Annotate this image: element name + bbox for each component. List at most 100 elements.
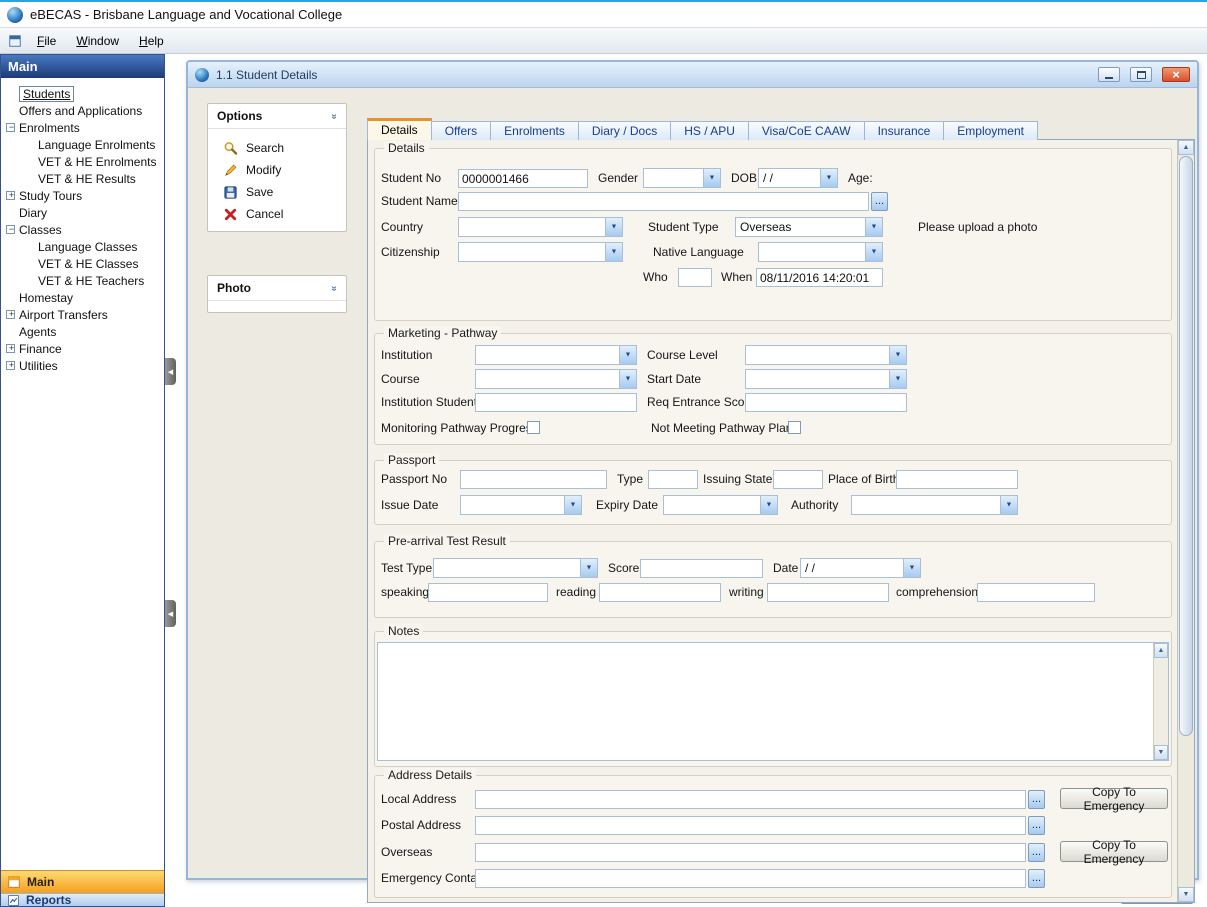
scroll-up-icon[interactable]: [1178, 140, 1194, 155]
when-input[interactable]: [756, 268, 883, 287]
tab-employment[interactable]: Employment: [944, 121, 1038, 140]
overseas-address-input[interactable]: [475, 843, 1026, 862]
notes-input[interactable]: [377, 642, 1169, 761]
notes-scrollbar[interactable]: [1153, 643, 1168, 760]
institution-student-id-input[interactable]: [475, 393, 637, 412]
tree-expand-icon[interactable]: [6, 310, 15, 319]
gender-combo[interactable]: [643, 168, 721, 188]
tree-expand-icon[interactable]: [6, 361, 15, 370]
sidebar-item-utilities[interactable]: Utilities: [1, 357, 164, 374]
sidebar-item-vet-he-results[interactable]: VET & HE Results: [1, 170, 164, 187]
postal-address-lookup-button[interactable]: ...: [1028, 816, 1045, 835]
dropdown-arrow-icon[interactable]: [1000, 496, 1017, 514]
expiry-date-combo[interactable]: [663, 495, 778, 515]
student-name-input[interactable]: [458, 192, 869, 211]
minimize-button[interactable]: [1098, 67, 1120, 82]
dropdown-arrow-icon[interactable]: [619, 346, 636, 364]
req-entrance-score-input[interactable]: [745, 393, 907, 412]
tree-expand-icon[interactable]: [6, 191, 15, 200]
course-level-combo[interactable]: [745, 345, 907, 365]
close-window-button[interactable]: [1162, 67, 1190, 82]
test-date-combo[interactable]: / /: [800, 558, 921, 578]
dropdown-arrow-icon[interactable]: [865, 243, 882, 261]
scrollbar-thumb[interactable]: [1179, 156, 1193, 736]
sidebar-item-diary[interactable]: Diary: [1, 204, 164, 221]
speaking-input[interactable]: [428, 583, 548, 602]
native-language-combo[interactable]: [758, 242, 883, 262]
authority-combo[interactable]: [851, 495, 1018, 515]
tab-offers[interactable]: Offers: [432, 121, 491, 140]
postal-address-input[interactable]: [475, 816, 1026, 835]
copy-overseas-to-emergency-button[interactable]: Copy To Emergency: [1060, 841, 1168, 862]
sidebar-item-language-enrolments[interactable]: Language Enrolments: [1, 136, 164, 153]
institution-combo[interactable]: [475, 345, 637, 365]
dropdown-arrow-icon[interactable]: [903, 559, 920, 577]
sidebar-footer-reports[interactable]: Reports: [1, 893, 164, 906]
sidebar-item-classes[interactable]: Classes: [1, 221, 164, 238]
local-address-lookup-button[interactable]: ...: [1028, 790, 1045, 809]
tab-hs-apu[interactable]: HS / APU: [671, 121, 749, 140]
sidebar-item-vet-he-teachers[interactable]: VET & HE Teachers: [1, 272, 164, 289]
collapse-panel-icon[interactable]: »: [329, 113, 340, 119]
sidebar-item-vet-he-enrolments[interactable]: VET & HE Enrolments: [1, 153, 164, 170]
dropdown-arrow-icon[interactable]: [564, 496, 581, 514]
splitter-collapse-button[interactable]: [165, 600, 176, 627]
emergency-contact-lookup-button[interactable]: ...: [1028, 869, 1045, 888]
dropdown-arrow-icon[interactable]: [889, 370, 906, 388]
issuing-state-input[interactable]: [773, 470, 823, 489]
dropdown-arrow-icon[interactable]: [605, 218, 622, 236]
passport-type-input[interactable]: [648, 470, 698, 489]
tab-insurance[interactable]: Insurance: [865, 121, 945, 140]
sidebar-item-language-classes[interactable]: Language Classes: [1, 238, 164, 255]
menu-item-help[interactable]: Help: [129, 30, 174, 52]
student-type-combo[interactable]: Overseas: [735, 217, 883, 237]
course-combo[interactable]: [475, 369, 637, 389]
emergency-contact-input[interactable]: [475, 869, 1026, 888]
save-button[interactable]: Save: [208, 181, 346, 203]
not-meeting-pathway-plan-checkbox[interactable]: [788, 421, 801, 434]
splitter-collapse-button[interactable]: [165, 358, 176, 385]
menu-item-file[interactable]: File: [27, 30, 66, 52]
sidebar-item-enrolments[interactable]: Enrolments: [1, 119, 164, 136]
student-name-lookup-button[interactable]: ...: [871, 192, 888, 211]
menu-item-window[interactable]: Window: [66, 30, 129, 52]
dropdown-arrow-icon[interactable]: [619, 370, 636, 388]
tab-diary-docs[interactable]: Diary / Docs: [579, 121, 671, 140]
scroll-up-icon[interactable]: [1154, 643, 1168, 658]
tree-collapse-icon[interactable]: [6, 123, 15, 132]
overseas-address-lookup-button[interactable]: ...: [1028, 843, 1045, 862]
form-scrollbar[interactable]: [1177, 140, 1194, 902]
dropdown-arrow-icon[interactable]: [865, 218, 882, 236]
score-input[interactable]: [640, 559, 763, 578]
dropdown-arrow-icon[interactable]: [820, 169, 837, 187]
citizenship-combo[interactable]: [458, 242, 623, 262]
tab-enrolments[interactable]: Enrolments: [491, 121, 579, 140]
dropdown-arrow-icon[interactable]: [703, 169, 720, 187]
reading-input[interactable]: [599, 583, 721, 602]
tree-collapse-icon[interactable]: [6, 225, 15, 234]
monitoring-pathway-progress-checkbox[interactable]: [527, 421, 540, 434]
sidebar-item-study-tours[interactable]: Study Tours: [1, 187, 164, 204]
sidebar-footer-main[interactable]: Main: [1, 870, 164, 893]
tree-expand-icon[interactable]: [6, 344, 15, 353]
start-date-combo[interactable]: [745, 369, 907, 389]
dropdown-arrow-icon[interactable]: [605, 243, 622, 261]
scroll-down-icon[interactable]: [1154, 745, 1168, 760]
student-no-input[interactable]: [458, 169, 588, 188]
modify-button[interactable]: Modify: [208, 159, 346, 181]
sidebar-item-airport-transfers[interactable]: Airport Transfers: [1, 306, 164, 323]
passport-no-input[interactable]: [460, 470, 607, 489]
search-button[interactable]: Search: [208, 137, 346, 159]
scroll-down-icon[interactable]: [1178, 887, 1194, 902]
local-address-input[interactable]: [475, 790, 1026, 809]
issue-date-combo[interactable]: [460, 495, 582, 515]
cancel-button[interactable]: Cancel: [208, 203, 346, 225]
tab-visa-coe-caaw[interactable]: Visa/CoE CAAW: [749, 121, 865, 140]
collapse-panel-icon[interactable]: »: [329, 285, 340, 291]
sidebar-item-offers-and-applications[interactable]: Offers and Applications: [1, 102, 164, 119]
dropdown-arrow-icon[interactable]: [760, 496, 777, 514]
dob-combo[interactable]: / /: [758, 168, 838, 188]
tab-details[interactable]: Details: [367, 118, 432, 140]
test-type-combo[interactable]: [433, 558, 598, 578]
sidebar-item-agents[interactable]: Agents: [1, 323, 164, 340]
